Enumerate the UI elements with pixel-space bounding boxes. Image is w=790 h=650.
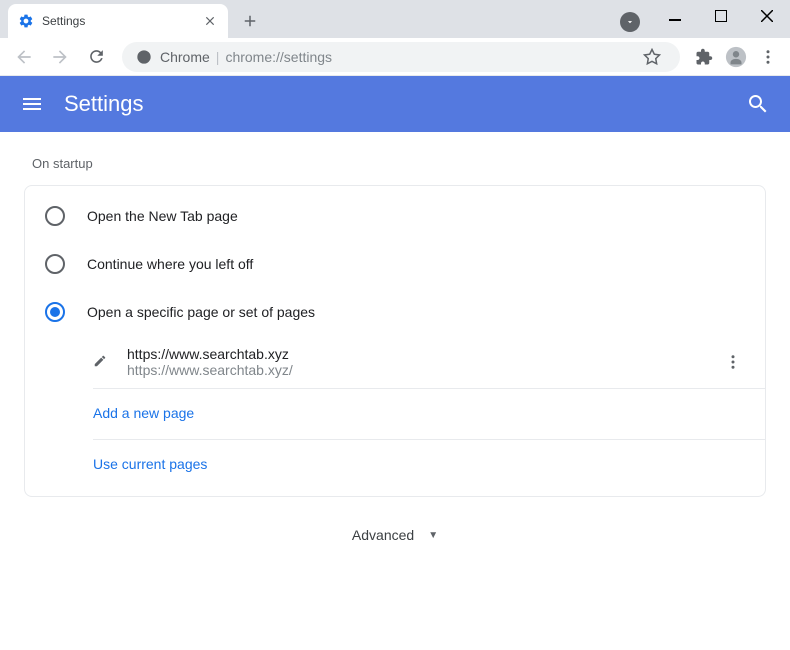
settings-header: Settings bbox=[0, 76, 790, 132]
extensions-icon[interactable] bbox=[690, 43, 718, 71]
section-title: On startup bbox=[32, 156, 766, 171]
chevron-down-icon: ▼ bbox=[428, 530, 438, 541]
radio-icon bbox=[45, 302, 65, 322]
radio-continue[interactable]: Continue where you left off bbox=[25, 240, 765, 288]
content-scroll-area[interactable]: On startup Open the New Tab page Continu… bbox=[0, 132, 790, 650]
radio-new-tab[interactable]: Open the New Tab page bbox=[25, 192, 765, 240]
add-page-row[interactable]: Add a new page bbox=[25, 389, 765, 439]
new-tab-button[interactable] bbox=[236, 7, 264, 35]
browser-tab[interactable]: Settings bbox=[8, 4, 228, 38]
profile-indicator-icon[interactable] bbox=[620, 12, 640, 32]
advanced-toggle[interactable]: Advanced ▼ bbox=[24, 497, 766, 573]
address-bar[interactable]: Chrome | chrome://settings bbox=[122, 42, 680, 72]
radio-label: Open the New Tab page bbox=[87, 208, 238, 224]
page-title: Settings bbox=[64, 91, 746, 117]
kebab-menu-icon[interactable] bbox=[754, 43, 782, 71]
settings-gear-icon bbox=[18, 13, 34, 29]
page-entry-title: https://www.searchtab.xyz bbox=[127, 346, 721, 362]
radio-icon bbox=[45, 206, 65, 226]
radio-icon bbox=[45, 254, 65, 274]
radio-specific-pages[interactable]: Open a specific page or set of pages bbox=[25, 288, 765, 336]
startup-page-entry: https://www.searchtab.xyz https://www.se… bbox=[25, 336, 765, 388]
reload-button[interactable] bbox=[80, 41, 112, 73]
radio-label: Open a specific page or set of pages bbox=[87, 304, 315, 320]
add-page-link: Add a new page bbox=[93, 405, 194, 421]
hamburger-menu-icon[interactable] bbox=[20, 92, 44, 116]
minimize-button[interactable] bbox=[652, 0, 698, 32]
url-chip: Chrome bbox=[160, 49, 210, 65]
startup-card: Open the New Tab page Continue where you… bbox=[24, 185, 766, 497]
page-entry-url: https://www.searchtab.xyz/ bbox=[127, 362, 721, 378]
profile-avatar-icon[interactable] bbox=[722, 43, 750, 71]
close-button[interactable] bbox=[744, 0, 790, 32]
browser-toolbar: Chrome | chrome://settings bbox=[0, 38, 790, 76]
bookmark-star-icon[interactable] bbox=[638, 43, 666, 71]
search-icon[interactable] bbox=[746, 92, 770, 116]
maximize-button[interactable] bbox=[698, 0, 744, 32]
pencil-icon bbox=[93, 354, 109, 370]
forward-button[interactable] bbox=[44, 41, 76, 73]
radio-label: Continue where you left off bbox=[87, 256, 253, 272]
window-controls bbox=[652, 0, 790, 32]
tab-title: Settings bbox=[42, 14, 202, 28]
url-text: chrome://settings bbox=[225, 49, 332, 65]
chrome-icon bbox=[136, 49, 152, 65]
tab-close-icon[interactable] bbox=[202, 13, 218, 29]
use-current-pages-row[interactable]: Use current pages bbox=[25, 440, 765, 490]
use-current-pages-link: Use current pages bbox=[93, 456, 207, 472]
back-button[interactable] bbox=[8, 41, 40, 73]
advanced-label: Advanced bbox=[352, 527, 414, 543]
page-entry-menu-icon[interactable] bbox=[721, 350, 745, 374]
